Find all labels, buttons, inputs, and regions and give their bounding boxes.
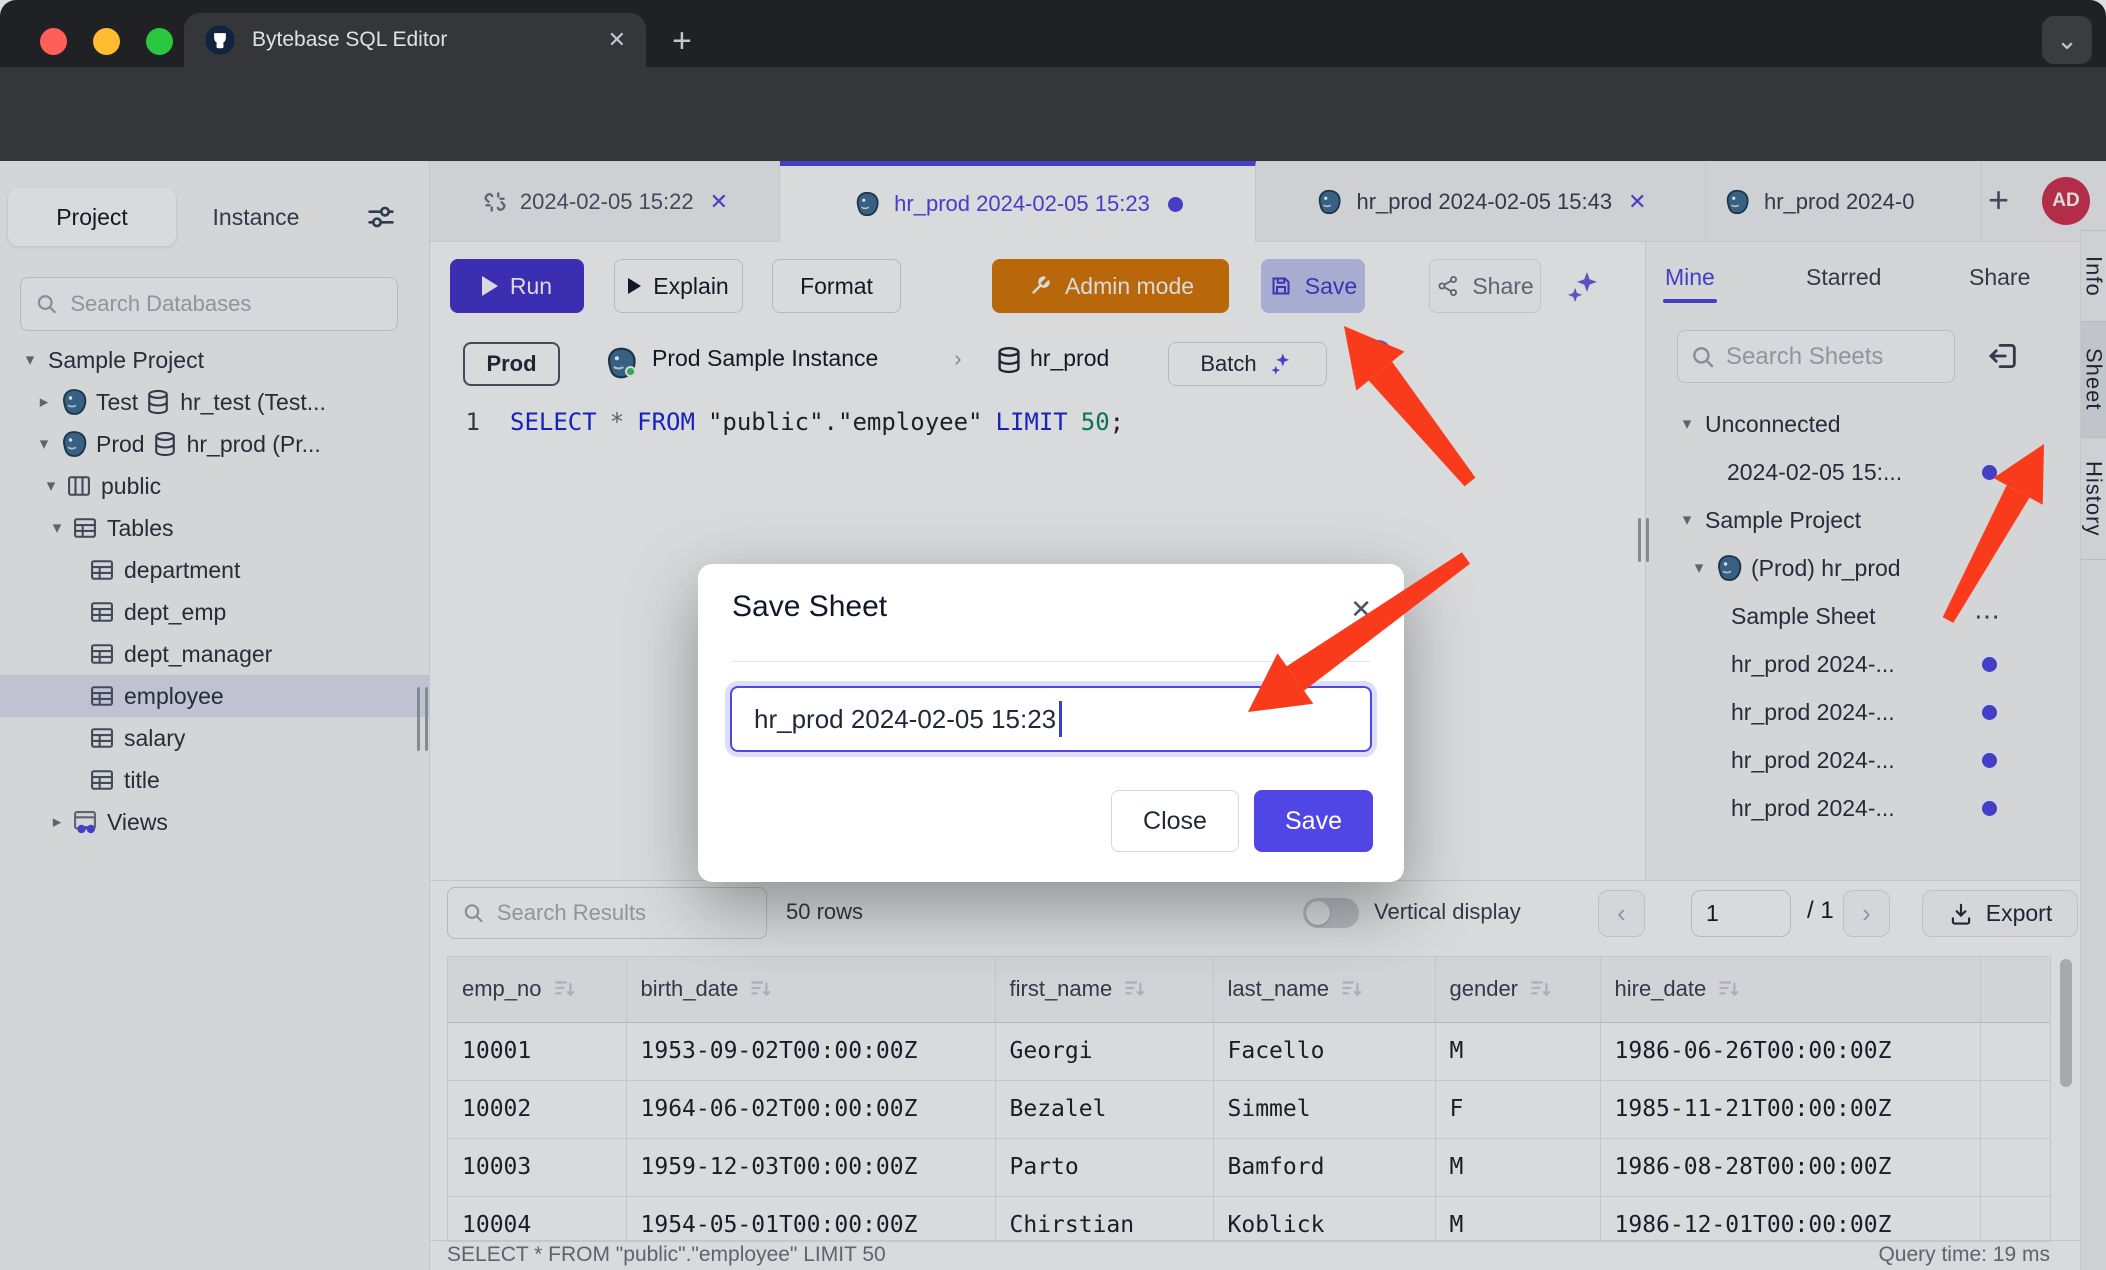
browser-tab-title: Bytebase SQL Editor — [252, 28, 592, 52]
dialog-title: Save Sheet — [732, 590, 887, 624]
screen: Bytebase SQL Editor ✕ + ⌄ localhost:8080… — [0, 0, 2106, 1270]
tab-close-icon[interactable]: ✕ — [608, 27, 626, 53]
bytebase-favicon — [204, 24, 236, 56]
close-window-button[interactable] — [40, 28, 67, 55]
minimize-window-button[interactable] — [93, 28, 120, 55]
bytebase-app: Project Instance ▾ Sample Project — [0, 161, 2106, 1270]
text-caret — [1059, 701, 1062, 737]
window-controls — [40, 28, 173, 55]
dialog-divider — [732, 661, 1370, 662]
new-tab-button[interactable]: + — [672, 24, 692, 58]
dialog-save-button[interactable]: Save — [1254, 790, 1373, 852]
dialog-close-button[interactable]: Close — [1111, 790, 1239, 852]
dialog-close-icon[interactable]: ✕ — [1350, 594, 1372, 625]
browser-tab[interactable]: Bytebase SQL Editor ✕ — [184, 13, 646, 67]
sheet-name-value: hr_prod 2024-02-05 15:23 — [754, 704, 1056, 735]
tab-search-chevron-icon[interactable]: ⌄ — [2042, 16, 2092, 64]
url-bar-row: localhost:8080/sql-editor/prod-sample-in… — [0, 67, 2106, 161]
save-sheet-dialog: Save Sheet ✕ hr_prod 2024-02-05 15:23 Cl… — [698, 564, 1404, 882]
maximize-window-button[interactable] — [146, 28, 173, 55]
sheet-name-input[interactable]: hr_prod 2024-02-05 15:23 — [730, 686, 1372, 752]
browser-chrome: Bytebase SQL Editor ✕ + ⌄ localhost:8080… — [0, 0, 2106, 161]
